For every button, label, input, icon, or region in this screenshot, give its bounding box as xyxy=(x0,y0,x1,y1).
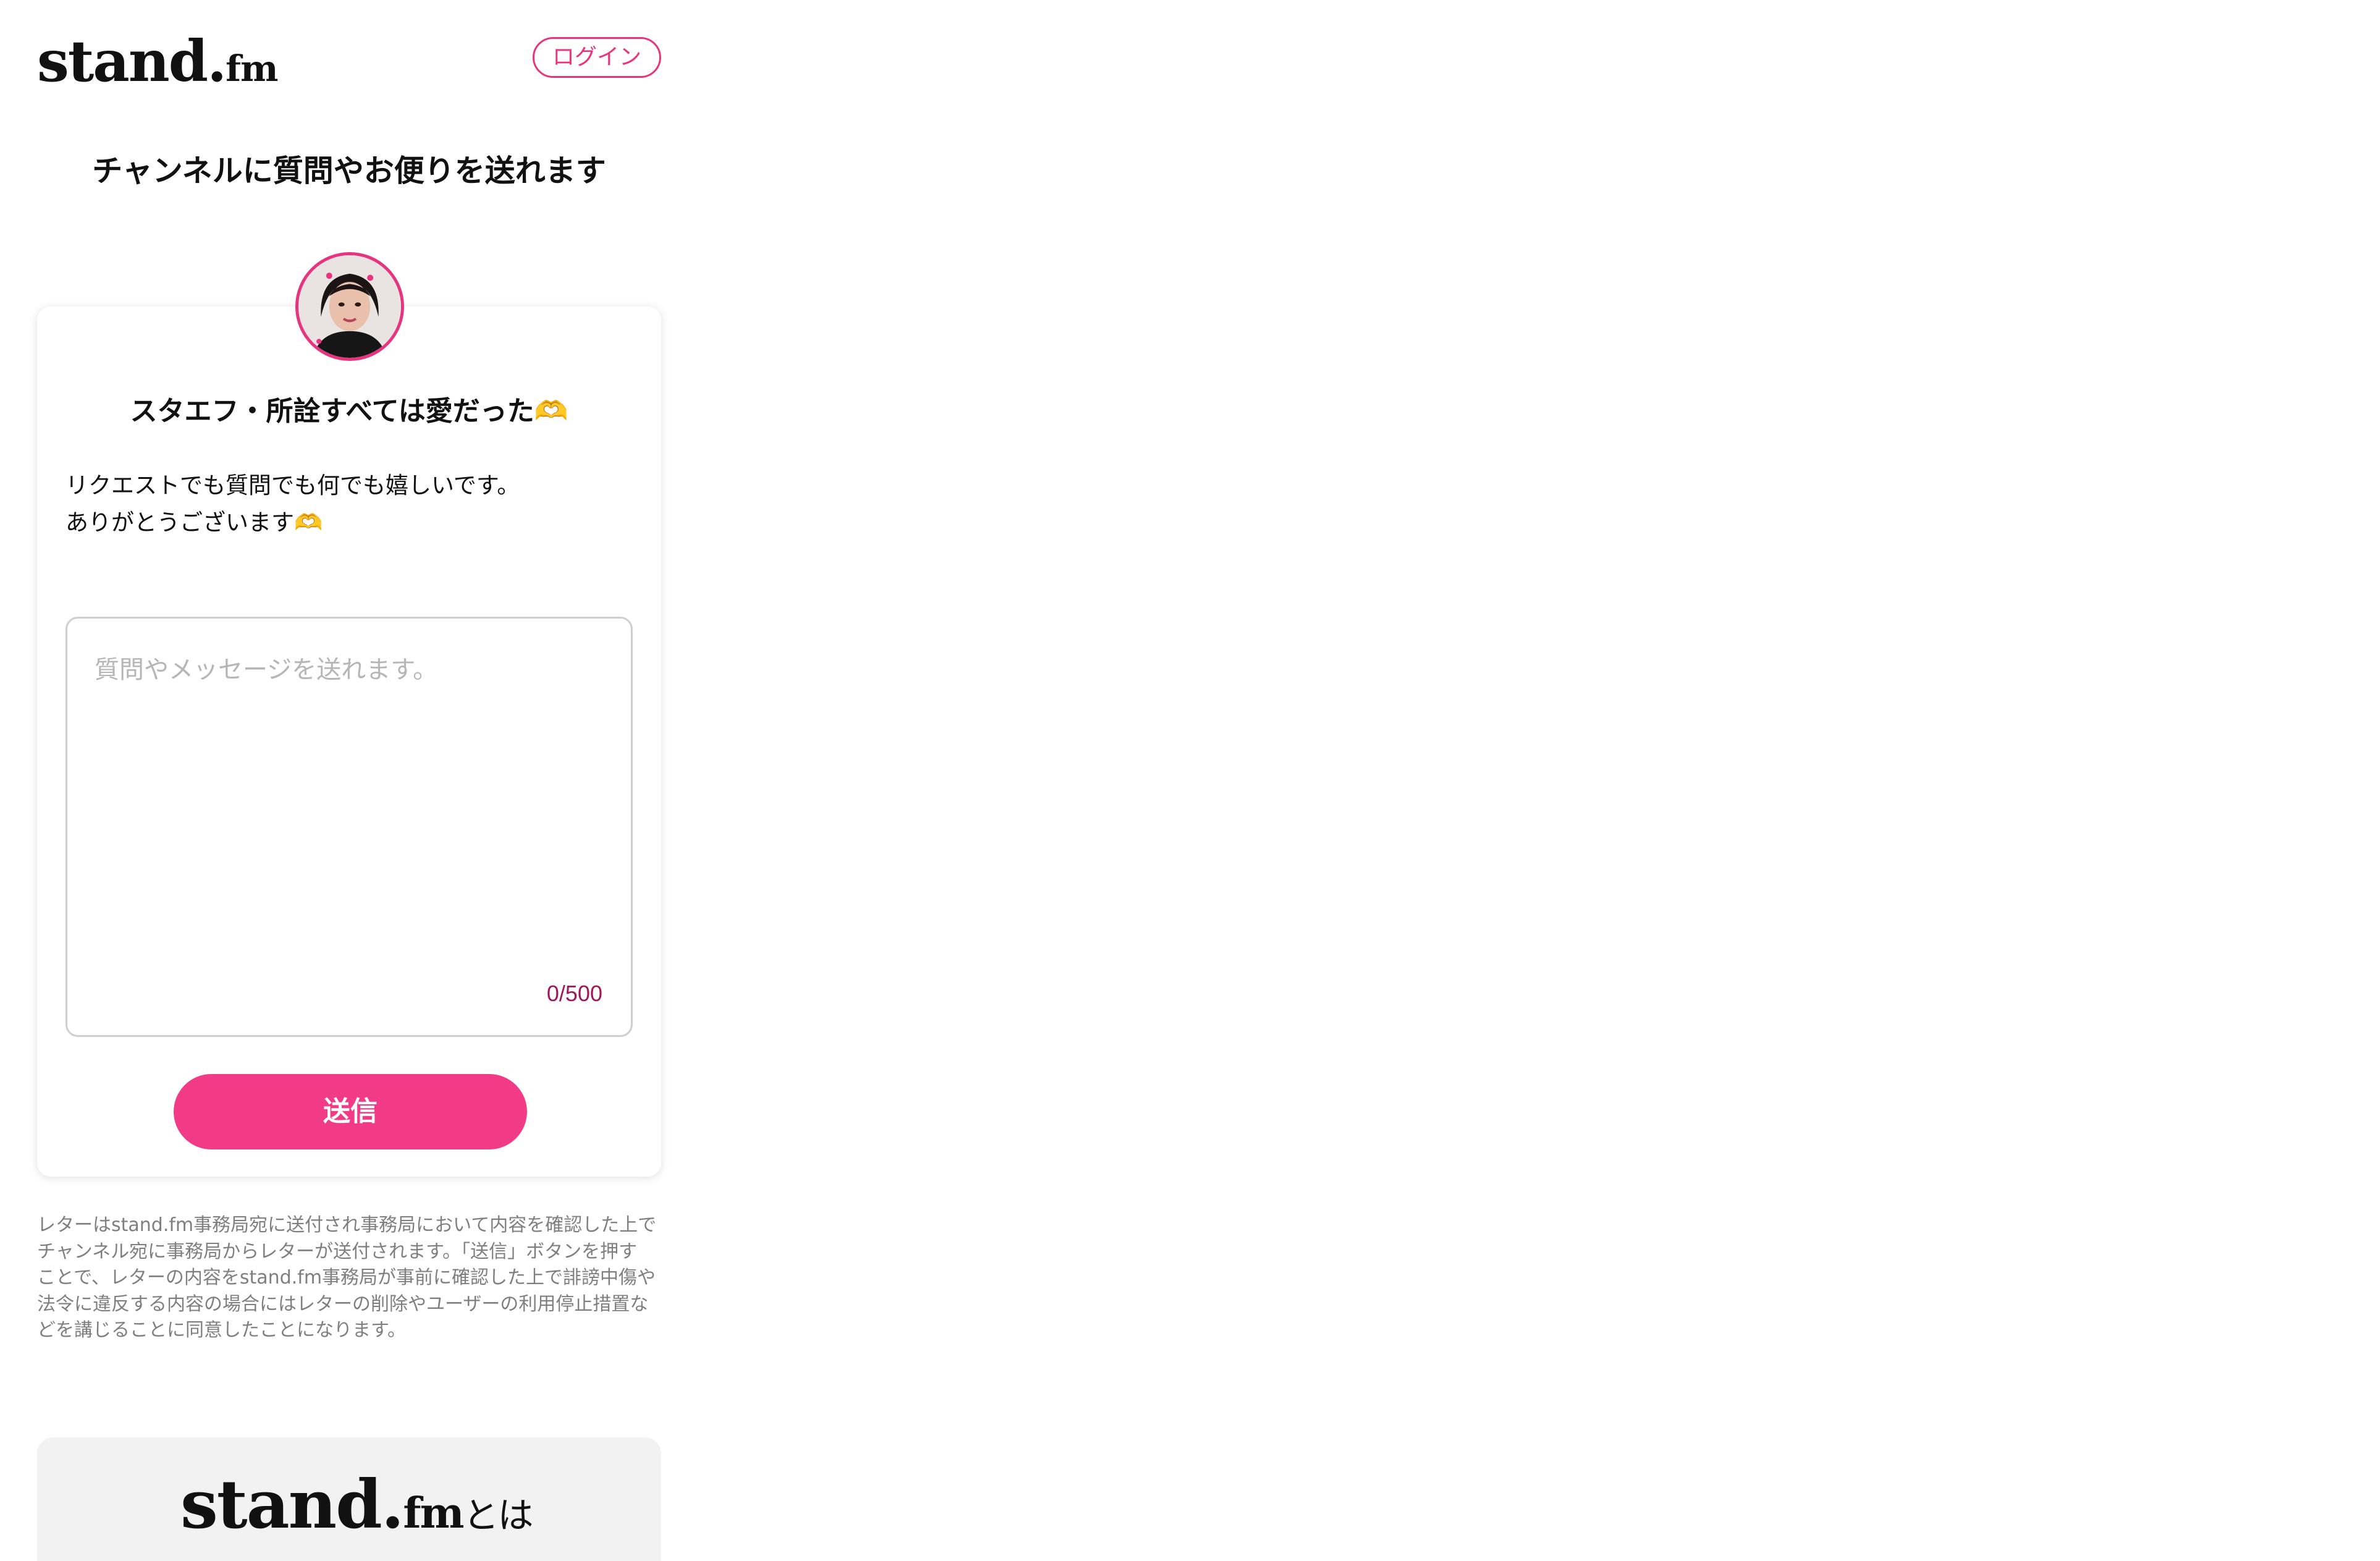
about-stand-fm-card: stand.fmとは xyxy=(37,1437,661,1561)
footer-logo-fm: fm xyxy=(403,1489,464,1538)
footer-logo: stand.fmとは xyxy=(180,1471,534,1549)
channel-name: スタエフ・所詮すべては愛だった🫶 xyxy=(130,396,568,427)
channel-avatar[interactable] xyxy=(295,252,404,361)
character-counter: 0/500 xyxy=(546,981,602,1006)
notice-line: チャンネル宛に事務局からレターが送付されます。「送信」ボタンを押す xyxy=(37,1240,638,1263)
stand-fm-logo[interactable]: stand.fm xyxy=(37,33,278,96)
notice-line: ことで、レターの内容をstand.fm事務局が事前に確認した上で誹謗中傷や xyxy=(37,1267,656,1288)
notice-line: どを講じることに同意したことになります。 xyxy=(37,1319,406,1341)
logo-text-fm: fm xyxy=(226,48,278,90)
submit-button[interactable]: 送信 xyxy=(174,1074,527,1149)
logo-text-main: stand xyxy=(37,28,208,95)
main-column: stand.fm ログイン チャンネルに質問やお便りを送れます スタエフ・所詮す… xyxy=(37,0,661,1561)
header: stand.fm ログイン xyxy=(37,33,661,90)
notice-line: 法令に違反する内容の場合にはレターの削除やユーザーの利用停止措置な xyxy=(37,1293,649,1315)
page-title: チャンネルに質問やお便りを送れます xyxy=(92,153,606,188)
logo-dot: . xyxy=(207,28,227,95)
footer-logo-tail: とは xyxy=(463,1494,534,1536)
footer-logo-main: stand xyxy=(180,1466,382,1544)
notice-line: レターはstand.fm事務局宛に送付され事務局において内容を確認した上で xyxy=(37,1214,657,1236)
description-line: リクエストでも質問でも何でも嬉しいです。 xyxy=(65,472,520,499)
page: stand.fm ログイン チャンネルに質問やお便りを送れます スタエフ・所詮す… xyxy=(0,0,2380,1561)
message-field: 0/500 xyxy=(65,617,633,1037)
login-button[interactable]: ログイン xyxy=(533,37,661,78)
letter-card: スタエフ・所詮すべては愛だった🫶 リクエストでも質問でも何でも嬉しいです。 あり… xyxy=(37,307,661,1177)
avatar-portrait-icon xyxy=(298,255,401,358)
message-textarea[interactable] xyxy=(67,619,631,1035)
description-line: ありがとうございます🫶 xyxy=(65,509,323,536)
terms-notice: レターはstand.fm事務局宛に送付され事務局において内容を確認した上で チャ… xyxy=(37,1212,661,1344)
footer-logo-dot: . xyxy=(381,1466,405,1544)
channel-description: リクエストでも質問でも何でも嬉しいです。 ありがとうございます🫶 xyxy=(65,467,634,541)
